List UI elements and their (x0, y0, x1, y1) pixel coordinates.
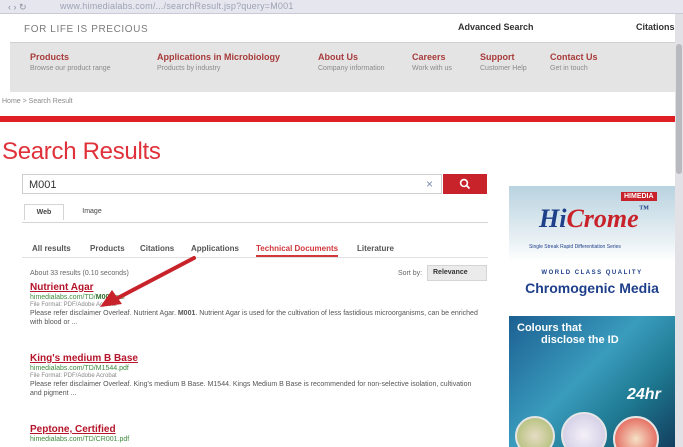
ad-image: Colours that disclose the ID 24hr (509, 316, 675, 447)
ad-tagline: Single Streak Rapid Differentiation Seri… (529, 244, 621, 250)
search-box: × (22, 174, 442, 194)
breadcrumb[interactable]: Home > Search Result (2, 98, 73, 105)
nav-item-careers[interactable]: Careers Work with us (412, 52, 452, 72)
nav-item-title: Products (30, 52, 70, 62)
header-divider (0, 116, 675, 122)
advanced-search-link[interactable]: Advanced Search (458, 22, 534, 32)
nav-item-title: Careers (412, 52, 446, 62)
search-icon (459, 178, 471, 190)
filter-literature[interactable]: Literature (357, 244, 394, 253)
nav-item-subtitle: Products by industry (157, 65, 221, 72)
nav-item-title: Support (480, 52, 515, 62)
nav-item-support[interactable]: Support Customer Help (480, 52, 527, 72)
tab-divider (22, 222, 488, 223)
nav-item-about[interactable]: About Us Company information (318, 52, 385, 72)
filter-citations[interactable]: Citations (140, 244, 174, 253)
himedia-badge: HIMEDIA (621, 192, 657, 201)
browser-nav-icons[interactable]: ‹ › ↻ (8, 2, 27, 13)
site-slogan: FOR LIFE IS PRECIOUS (24, 24, 149, 35)
ad-24hr: 24hr (627, 386, 661, 403)
nav-item-title: Contact Us (550, 52, 598, 62)
ad-slogan: Colours that disclose the ID (517, 322, 619, 346)
web-page: FOR LIFE IS PRECIOUS Advanced Search Cit… (0, 14, 675, 447)
citations-link[interactable]: Citations (636, 22, 675, 32)
annotation-arrow-icon (100, 256, 196, 307)
petri-plate-icon (613, 416, 659, 447)
result-title-link[interactable]: King's medium B Base (30, 353, 480, 364)
address-bar[interactable]: www.himedialabs.com/.../searchResult.jsp… (60, 1, 294, 11)
filter-applications[interactable]: Applications (191, 244, 239, 253)
page-title: Search Results (2, 138, 161, 165)
nav-item-products[interactable]: Products Browse our product range (30, 52, 111, 72)
nav-item-contact[interactable]: Contact Us Get in touch (550, 52, 598, 72)
browser-toolbar: ‹ › ↻ www.himedialabs.com/.../searchResu… (0, 0, 683, 14)
result-file-format: File Format: PDF/Adobe Acrobat (30, 373, 117, 379)
hicrome-ad-banner[interactable]: HIMEDIA HiCrome™ Single Streak Rapid Dif… (509, 186, 675, 447)
hicrome-logo: HiCrome™ (539, 204, 649, 233)
filter-products[interactable]: Products (90, 244, 125, 253)
scrollbar-thumb[interactable] (676, 44, 682, 174)
nav-item-applications[interactable]: Applications in Microbiology Products by… (157, 52, 280, 72)
tab-web[interactable]: Web (24, 204, 64, 220)
scrollbar[interactable] (675, 14, 683, 447)
filter-all-results[interactable]: All results (32, 244, 71, 253)
petri-plate-icon (561, 412, 607, 447)
nav-item-subtitle: Work with us (412, 65, 452, 72)
nav-item-subtitle: Get in touch (550, 65, 588, 72)
result-snippet: Please refer disclaimer Overleaf. Nutrie… (30, 310, 478, 326)
nav-item-subtitle: Company information (318, 65, 385, 72)
search-button[interactable] (443, 174, 487, 194)
top-header: FOR LIFE IS PRECIOUS Advanced Search Cit… (0, 14, 675, 42)
search-input[interactable] (23, 176, 383, 194)
petri-plate-icon (515, 416, 555, 447)
result-snippet: Please refer disclaimer Overleaf. King's… (30, 381, 472, 397)
nav-item-title: About Us (318, 52, 358, 62)
filter-technical-documents[interactable]: Technical Documents (256, 244, 339, 257)
clear-icon[interactable]: × (426, 177, 433, 191)
sort-dropdown[interactable]: Relevance (427, 265, 487, 281)
nav-item-subtitle: Browse our product range (30, 65, 111, 72)
result-url[interactable]: himedialabs.com/TD/M1544.pdf (30, 365, 480, 372)
main-navigation: Products Browse our product range Applic… (10, 42, 675, 92)
search-result: King's medium B Base himedialabs.com/TD/… (30, 353, 480, 398)
search-result: Peptone, Certified himedialabs.com/TD/CR… (30, 424, 480, 443)
result-url[interactable]: himedialabs.com/TD/CR001.pdf (30, 436, 480, 443)
ad-chromogenic-media: Chromogenic Media (525, 280, 659, 296)
nav-item-title: Applications in Microbiology (157, 52, 281, 62)
result-title-link[interactable]: Peptone, Certified (30, 424, 480, 435)
ad-world-class: WORLD CLASS QUALITY (541, 270, 643, 276)
nav-item-subtitle: Customer Help (480, 65, 527, 72)
tab-image[interactable]: Image (72, 204, 112, 220)
sort-label: Sort by: (398, 270, 423, 277)
